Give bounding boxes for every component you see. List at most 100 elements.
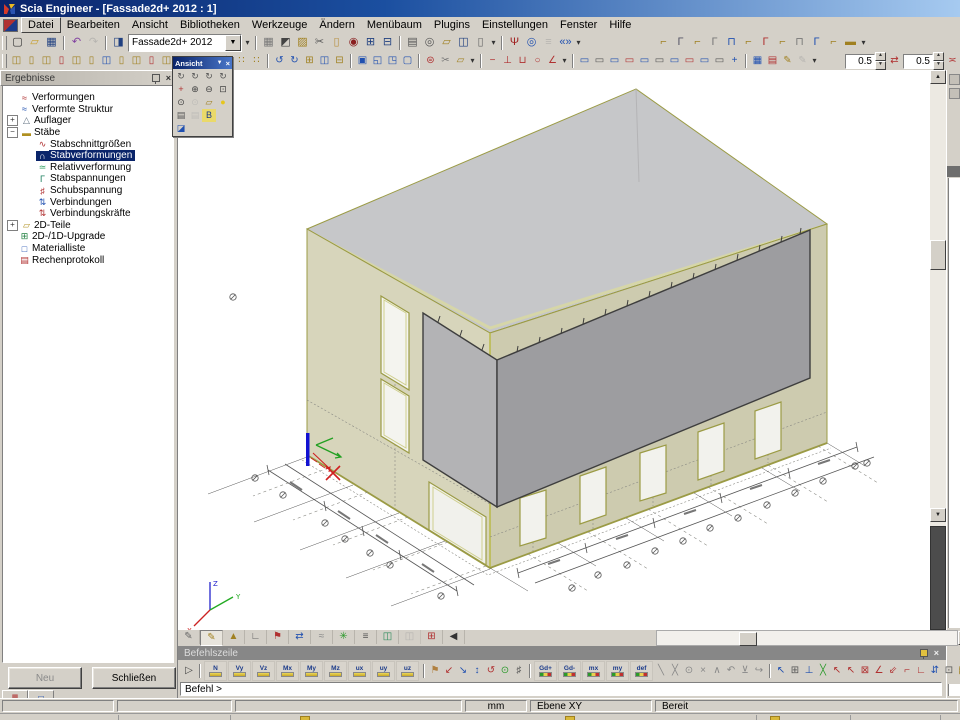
load-case-icon-4[interactable]: Γ (706, 35, 723, 50)
folder-tool-icon[interactable]: ▱ (453, 54, 468, 68)
menu-item-bearbeiten[interactable]: Bearbeiten (61, 18, 126, 32)
menu-item-bibliotheken[interactable]: Bibliotheken (174, 18, 246, 32)
snap-line-icon[interactable]: ╲ (654, 663, 668, 679)
modify-tool-icon-3[interactable]: ▭ (607, 54, 622, 68)
save-icon[interactable]: ▦ (43, 35, 60, 50)
status-plane[interactable]: Ebene XY (530, 700, 652, 712)
save-view-icon[interactable]: ▦ (750, 54, 765, 68)
values-icon[interactable]: ↕ (470, 663, 484, 679)
tree-item-auflager[interactable]: +△Auflager (3, 115, 173, 127)
result-button-uz[interactable]: uz (396, 661, 419, 681)
load-case-icon-3[interactable]: ⌐ (689, 35, 706, 50)
tree-item-schubspannung[interactable]: ♯Schubspannung (3, 185, 173, 197)
scissors-icon[interactable]: ✂ (438, 54, 453, 68)
calculator-icon[interactable]: ▤ (956, 663, 960, 679)
zoom-selection-icon[interactable]: ⊙ (188, 96, 202, 109)
circle-equal-icon[interactable]: ⊜ (423, 54, 438, 68)
vscroll-thumb[interactable] (930, 240, 946, 270)
scale-spinner-2[interactable]: 0.5 ▲▼ (903, 54, 944, 69)
scale-value-1[interactable]: 0.5 (845, 54, 875, 69)
table-results-icon[interactable]: ⊞ (362, 35, 379, 50)
load-case-icon-12[interactable]: ▬ (842, 35, 859, 50)
zoom-all-icon[interactable]: ⊙ (174, 96, 188, 109)
results-panel-header[interactable]: Ergebnisse × (0, 70, 177, 86)
extreme-min-icon[interactable]: ↙ (442, 663, 456, 679)
table-input-icon[interactable]: ⊟ (379, 35, 396, 50)
midpoint-snap-icon[interactable]: ↖ (844, 663, 858, 679)
scroll-down-icon[interactable]: ▼ (930, 508, 946, 522)
window-tool-icon-1[interactable]: ▣ (355, 54, 370, 68)
snap-delete-icon[interactable]: × (696, 663, 710, 679)
dock-header[interactable] (947, 166, 960, 177)
window-tool-icon-3[interactable]: ◳ (385, 54, 400, 68)
open-view-icon[interactable]: ▱ (202, 96, 216, 109)
picture-gallery-icon[interactable]: ◫ (455, 35, 472, 50)
load-case-icon-10[interactable]: Γ (808, 35, 825, 50)
scale-isolines-icon[interactable]: ≍ (945, 54, 960, 68)
result-button-mx[interactable]: mx (582, 661, 605, 681)
snap-cross-icon[interactable]: ╳ (668, 663, 682, 679)
beam-tool-icon-1[interactable]: ◫ (9, 54, 24, 68)
cursor-snap-icon[interactable]: ↖ (774, 663, 788, 679)
axonometry-icon[interactable]: ◪ (174, 122, 188, 135)
result-button-uy[interactable]: uy (372, 661, 395, 681)
load-case-icon-11[interactable]: ⌐ (825, 35, 842, 50)
modify-tool-icon-7[interactable]: ▭ (667, 54, 682, 68)
hscroll-thumb[interactable] (739, 632, 757, 646)
draw-line-icon[interactable]: − (485, 54, 500, 68)
document-icon[interactable]: ▯ (472, 35, 489, 50)
dropdown-caret[interactable]: ▾ (574, 35, 583, 50)
modify-tool-icon-6[interactable]: ▭ (652, 54, 667, 68)
result-button-vy[interactable]: Vy (228, 661, 251, 681)
dropdown-caret[interactable]: ▾ (859, 35, 868, 50)
result-button-vz[interactable]: Vz (252, 661, 275, 681)
dock-icon[interactable] (949, 88, 960, 99)
project-combobox[interactable]: Fassade2d+ 2012 ▼ (128, 34, 242, 52)
ucs-icon[interactable]: + (174, 83, 188, 96)
result-button-my[interactable]: My (300, 661, 323, 681)
tree-item-st-be[interactable]: −▬Stäbe (3, 127, 173, 139)
close-icon[interactable]: × (165, 73, 172, 83)
storey-icon[interactable]: ◫ (317, 54, 332, 68)
collapse-icon[interactable]: ◀ (443, 630, 465, 644)
swap-snap-icon[interactable]: ⇵ (928, 663, 942, 679)
center-snap-icon[interactable]: ⊡ (942, 663, 956, 679)
modify-tool-icon-1[interactable]: ▭ (577, 54, 592, 68)
close-icon[interactable]: × (223, 59, 230, 68)
expand-toggle-icon[interactable]: + (7, 220, 18, 231)
draw-circle-icon[interactable]: ○ (530, 54, 545, 68)
filter-icon[interactable]: Ψ (506, 35, 523, 50)
node-labels-icon[interactable]: ✎ (200, 630, 223, 646)
snap-undo-icon[interactable]: ↶ (724, 663, 738, 679)
title-bar[interactable]: Scia Engineer - [Fassade2d+ 2012 : 1] (0, 0, 960, 17)
modify-tool-icon-4[interactable]: ▭ (622, 54, 637, 68)
result-button-mz[interactable]: Mz (324, 661, 347, 681)
viewport-hscrollbar[interactable] (656, 630, 958, 646)
tree-item-stabverformungen[interactable]: ∩Stabverformungen (3, 150, 173, 162)
modify-tool-icon-9[interactable]: ▭ (697, 54, 712, 68)
close-panel-button[interactable]: Schließen (92, 667, 176, 689)
node-display-icon[interactable]: ✎ (178, 630, 200, 644)
ansicht-floating-toolbar[interactable]: Ansicht ▼ × ↻↻↻↻ +⊕⊖⊡ ⊙⊙▱● ▤▤B ◪ (172, 56, 233, 137)
snap-arc-icon[interactable]: ∧ (710, 663, 724, 679)
spinner-arrows[interactable]: ▲▼ (875, 52, 886, 70)
surface-labels-icon[interactable]: ≈ (311, 630, 333, 644)
zoom-window-icon[interactable]: ⊡ (216, 83, 230, 96)
mdi-child-icon[interactable] (3, 19, 18, 32)
menu-item-werkzeuge[interactable]: Werkzeuge (246, 18, 313, 32)
beam-tool-icon-5[interactable]: ◫ (69, 54, 84, 68)
result-button-gd[interactable]: Gd- (558, 661, 581, 681)
menu-item-ansicht[interactable]: Ansicht (126, 18, 174, 32)
modify-tool-icon-10[interactable]: ▭ (712, 54, 727, 68)
beam-tool-icon-2[interactable]: ▯ (24, 54, 39, 68)
results-table-icon[interactable]: ◫ (377, 630, 399, 644)
zoom-document-icon[interactable]: ◎ (523, 35, 540, 50)
ansicht-toolbar-header[interactable]: Ansicht ▼ × (173, 57, 232, 69)
grid-snap-icon[interactable]: ⊞ (788, 663, 802, 679)
beam-tool-icon-4[interactable]: ▯ (54, 54, 69, 68)
scale-spinner-1[interactable]: 0.5 ▲▼ (845, 54, 886, 69)
image-capture-icon[interactable]: B (202, 109, 216, 122)
menu-item-fenster[interactable]: Fenster (554, 18, 603, 32)
new-document-icon[interactable]: ▢ (9, 35, 26, 50)
intersection-snap-icon[interactable]: ╳ (816, 663, 830, 679)
